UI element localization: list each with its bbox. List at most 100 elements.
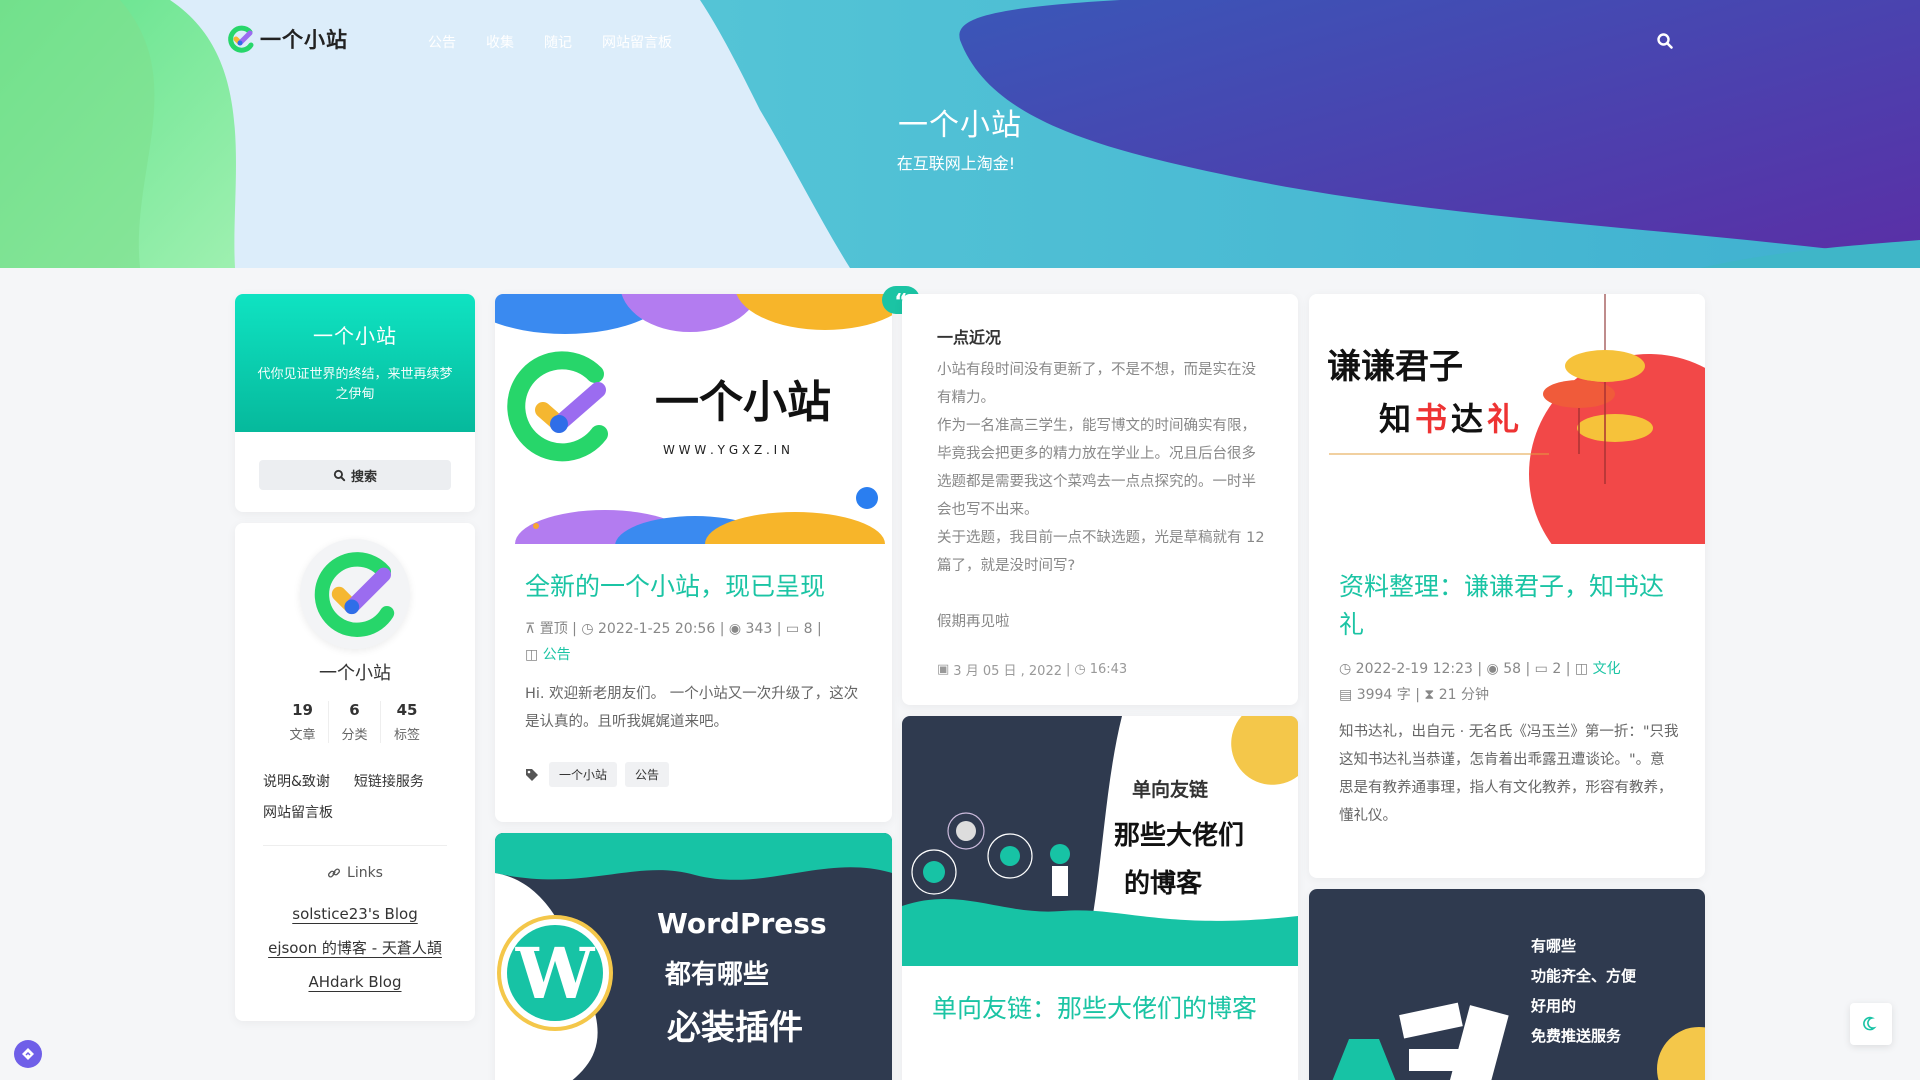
links-heading-label: Links <box>347 865 383 881</box>
post-category[interactable]: 公告 <box>543 647 571 663</box>
post-banner-image[interactable]: 有哪些 功能齐全、方便 好用的 免费推送服务 <box>1309 889 1705 1080</box>
friend-link-ahdark[interactable]: AHdark Blog <box>235 965 475 999</box>
friend-link-solstice[interactable]: solstice23's Blog <box>235 897 475 931</box>
search-icon[interactable] <box>1656 32 1676 52</box>
page-link-about[interactable]: 说明&致谢 <box>263 774 330 790</box>
banner-line3: 必装插件 <box>667 1008 803 1048</box>
post-card: 有哪些 功能齐全、方便 好用的 免费推送服务 <box>1309 889 1705 1080</box>
hero-title: 一个小站 <box>898 108 1022 143</box>
post-title[interactable]: 资料整理：谦谦君子，知书达礼 <box>1339 568 1679 644</box>
diamond-arrow-icon <box>22 1048 34 1060</box>
friend-links: solstice23's Blog ejsoon 的博客 - 天蒼人頡 AHda… <box>235 897 475 999</box>
banner-line4: 免费推送服务 <box>1531 1027 1622 1045</box>
top-nav: 一个小站 公告 收集 随记 网站留言板 <box>0 0 1920 84</box>
friend-link-ejsoon[interactable]: ejsoon 的博客 - 天蒼人頡 <box>235 931 475 965</box>
status-heading: 一点近况 <box>937 328 1002 347</box>
status-body: 小站有段时间没有更新了，不是不想，而是实在没有精力。 作为一名准高三学生，能写博… <box>937 356 1267 636</box>
post-banner-image[interactable]: 单向友链 那些大佬们 的博客 <box>902 716 1298 966</box>
banner-line2: 功能齐全、方便 <box>1531 967 1637 985</box>
banner-line2: 都有哪些 <box>664 960 769 990</box>
post-title[interactable]: 单向友链：那些大佬们的博客 <box>932 990 1272 1028</box>
banner-line2a: 知 <box>1379 400 1411 438</box>
comment-icon: ▭ <box>1534 661 1548 677</box>
logo-icon <box>228 25 254 53</box>
status-meta: ▣ 3 月 05 日 , 2022 | ◷ 16:43 <box>937 662 1128 679</box>
banner-line1: 谦谦君子 <box>1327 347 1463 387</box>
site-logo[interactable]: 一个小站 <box>226 24 348 54</box>
post-thumbnail[interactable]: 谦谦君子 知 书 达 礼 <box>1309 294 1705 544</box>
nav-item-guestbook[interactable]: 网站留言板 <box>602 32 672 52</box>
nav-links: 公告 收集 随记 网站留言板 <box>428 32 672 52</box>
stat-value: 45 <box>396 701 418 719</box>
page-link-guestbook[interactable]: 网站留言板 <box>263 805 333 821</box>
post-comments: 2 <box>1552 661 1562 677</box>
status-paragraph: 作为一名准高三学生，能写博文的时间确实有限，毕竟我会把更多的精力放在学业上。况且… <box>937 418 1256 518</box>
tag-chip[interactable]: 一个小站 <box>549 762 618 787</box>
search-icon <box>333 469 346 481</box>
svg-text:W: W <box>515 932 596 1015</box>
post-meta: ⊼ 置顶 | ◷ 2022-1-25 20:56 | ◉ 343 | ▭ 8 |… <box>525 621 822 663</box>
post-date: 2022-1-25 20:56 <box>598 621 716 637</box>
tag-chip[interactable]: 公告 <box>625 762 670 787</box>
nav-item-collection[interactable]: 收集 <box>486 32 514 52</box>
eye-icon: ◉ <box>728 621 742 637</box>
stat-label: 文章 <box>289 728 316 743</box>
stat-value: 19 <box>292 701 313 719</box>
nav-item-announcements[interactable]: 公告 <box>428 32 456 52</box>
banner-url: W W W . Y G X Z . I N <box>663 443 790 457</box>
banner-line2d: 礼 <box>1487 400 1519 438</box>
banner-line1: WordPress <box>657 907 827 940</box>
sidebar-search-button[interactable]: 搜索 <box>259 460 451 490</box>
dark-mode-toggle[interactable] <box>1850 1003 1892 1045</box>
status-card: 一点近况 小站有段时间没有更新了，不是不想，而是实在没有精力。 作为一名准高三学… <box>902 294 1298 705</box>
clock-icon: ◷ <box>1074 662 1086 677</box>
avatar <box>300 539 410 649</box>
post-banner-image: 谦谦君子 知 书 达 礼 <box>1309 294 1705 544</box>
links-heading: Links <box>235 865 475 881</box>
clock-icon: ◷ <box>1339 661 1352 677</box>
stat-tags[interactable]: 45 标签 <box>381 701 433 743</box>
status-spacer <box>937 580 1267 608</box>
post-meta: ◷ 2022-2-19 12:23 | ◉ 58 | ▭ 2 | ◫ 文化 ▤ … <box>1339 661 1621 703</box>
post-views: 58 <box>1503 661 1522 677</box>
hero-banner: 一个小站 公告 收集 随记 网站留言板 一个小站 在互联网上淘金! <box>0 0 1920 268</box>
post-tags: 一个小站 公告 <box>525 762 670 787</box>
nav-item-notes[interactable]: 随记 <box>544 32 572 52</box>
logo-icon <box>314 552 395 637</box>
post-card: 一个小站 W W W . Y G X Z . I N “ 全新的一个小站，现已呈… <box>495 286 920 822</box>
stat-posts[interactable]: 19 文章 <box>277 701 329 743</box>
status-time: 16:43 <box>1089 662 1128 677</box>
logo-text: 一个小站 <box>260 28 348 52</box>
navigation-fab[interactable] <box>14 1040 42 1068</box>
post-card: W WordPress 都有哪些 必装插件 <box>495 833 892 1080</box>
search-button-label: 搜索 <box>350 469 377 485</box>
profile-page-links: 说明&致谢 短链接服务 网站留言板 <box>263 767 463 829</box>
stat-categories[interactable]: 6 分类 <box>329 701 381 743</box>
post-word-count: 3994 字 <box>1356 687 1411 703</box>
post-title[interactable]: 全新的一个小站，现已呈现 <box>525 568 825 606</box>
post-thumbnail[interactable]: 一个小站 W W W . Y G X Z . I N <box>495 294 892 544</box>
hero-subtitle: 在互联网上淘金! <box>896 154 1016 173</box>
page-link-shortlink[interactable]: 短链接服务 <box>354 774 424 790</box>
profile-name: 一个小站 <box>319 663 391 684</box>
post-date: 2022-2-19 12:23 <box>1355 661 1473 677</box>
status-paragraph: 假期再见啦 <box>937 614 1010 630</box>
post-excerpt: 知书达礼，出自元 · 无名氏《冯玉兰》第一折："只我这知书达礼当恭谨，怎肯着出乖… <box>1339 724 1679 824</box>
eye-icon: ◉ <box>1486 661 1499 677</box>
document-icon: ▤ <box>1339 687 1353 703</box>
calendar-icon: ▣ <box>937 662 950 677</box>
post-banner-image: 一个小站 W W W . Y G X Z . I N <box>495 294 892 544</box>
bookmark-icon: ◫ <box>1574 661 1589 677</box>
site-card-description: 代你见证世界的终结，来世再续梦之伊甸 <box>257 367 453 402</box>
post-views: 343 <box>745 621 773 637</box>
status-paragraph: 小站有段时间没有更新了，不是不想，而是实在没有精力。 <box>937 362 1256 406</box>
pinned-label: 置顶 <box>539 621 568 637</box>
comment-icon: ▭ <box>785 621 800 637</box>
banner-line3: 好用的 <box>1530 997 1576 1015</box>
post-category[interactable]: 文化 <box>1593 661 1621 677</box>
post-excerpt: Hi. 欢迎新老朋友们。 一个小站又一次升级了，这次是认真的。且听我娓娓道来吧。 <box>525 686 859 730</box>
post-banner-image[interactable]: W WordPress 都有哪些 必装插件 <box>495 833 892 1080</box>
status-paragraph: 关于选题，我目前一点不缺选题，光是草稿就有 12 篇了，就是没时间写? <box>937 530 1265 574</box>
tags-icon <box>526 768 538 781</box>
profile-stats: 19 文章 6 分类 45 标签 <box>277 701 433 743</box>
